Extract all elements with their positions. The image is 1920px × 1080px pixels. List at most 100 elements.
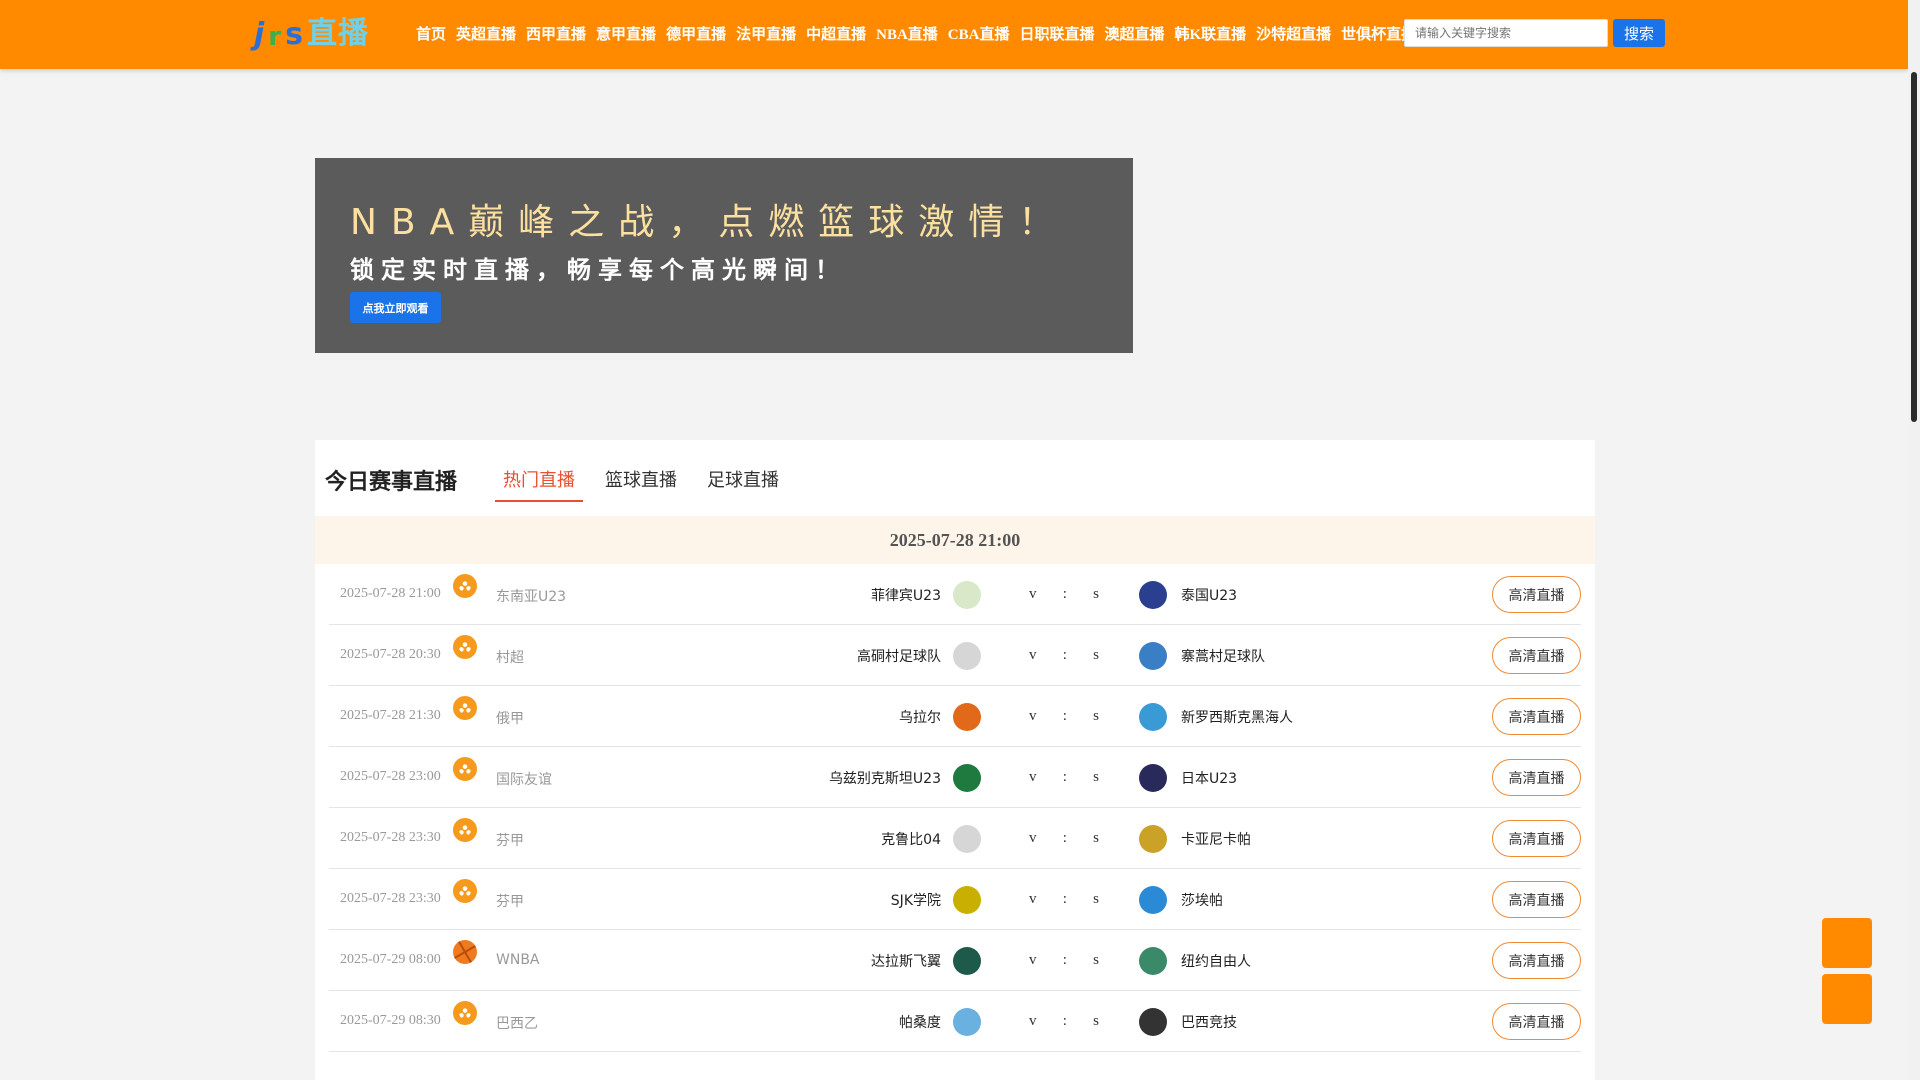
home-team[interactable]: 达拉斯飞翼 [871, 951, 941, 971]
match-panel: 今日赛事直播 热门直播 篮球直播 足球直播 2025-07-28 21:00 2… [315, 440, 1595, 1080]
vs-colon: : [1062, 769, 1067, 785]
nav-item-nba[interactable]: NBA直播 [876, 23, 938, 44]
home-team[interactable]: 高硐村足球队 [857, 646, 941, 666]
home-team[interactable]: 菲律宾U23 [871, 585, 941, 605]
vs-colon: : [1062, 830, 1067, 846]
nav-item-home[interactable]: 首页 [416, 23, 446, 44]
away-team[interactable]: 卡亚尼卡帕 [1181, 829, 1251, 849]
vs-v: v [1029, 952, 1037, 968]
search-input[interactable] [1404, 19, 1608, 47]
home-team[interactable]: 帕桑度 [899, 1012, 941, 1032]
football-icon [453, 635, 477, 659]
league-name: 村超 [496, 650, 524, 666]
vs-colon: : [1062, 1013, 1067, 1029]
tab-hot[interactable]: 热门直播 [495, 466, 583, 502]
tab-basketball[interactable]: 篮球直播 [597, 466, 685, 502]
vs-s: s [1093, 891, 1099, 907]
away-team-logo-icon [1139, 703, 1167, 731]
float-button-top[interactable] [1822, 918, 1872, 968]
away-team-logo-icon [1139, 581, 1167, 609]
vs-colon: : [1062, 586, 1067, 602]
league-name: WNBA [496, 952, 540, 968]
vs-marker: v: s [1029, 647, 1099, 664]
vs-colon: : [1062, 708, 1067, 724]
match-row: 2025-07-28 23:00 国际友谊 乌兹别克斯坦U23 v: s 日本U23 高清直… [329, 747, 1581, 808]
vs-marker: v: s [1029, 1013, 1099, 1030]
away-team[interactable]: 寨蒿村足球队 [1181, 646, 1265, 666]
hd-live-button[interactable]: 高清直播 [1492, 759, 1581, 796]
date-header: 2025-07-28 21:00 [315, 516, 1595, 564]
nav-item-cba[interactable]: CBA直播 [948, 23, 1010, 44]
football-icon [453, 879, 477, 903]
hd-live-button[interactable]: 高清直播 [1492, 1003, 1581, 1040]
league-name: 巴西乙 [496, 1016, 538, 1032]
tab-bar: 热门直播 篮球直播 足球直播 [495, 466, 801, 502]
away-team-logo-icon [1139, 1008, 1167, 1036]
scrollbar-thumb[interactable] [1911, 72, 1917, 422]
football-icon [453, 1001, 477, 1025]
football-icon [453, 818, 477, 842]
banner-title: NBA巅峰之战，点燃篮球激情！ [350, 202, 1069, 243]
nav-item-ligue1[interactable]: 法甲直播 [736, 23, 796, 44]
basketball-icon [453, 940, 477, 964]
site-logo[interactable]: j r s 直播 [254, 16, 369, 52]
home-team-logo-icon [953, 825, 981, 853]
promo-banner[interactable]: NBA巅峰之战，点燃篮球激情！ 锁定实时直播，畅享每个高光瞬间！ 点我立即观看 [315, 158, 1133, 353]
nav-item-laliga[interactable]: 西甲直播 [526, 23, 586, 44]
away-team[interactable]: 巴西竞技 [1181, 1012, 1237, 1032]
nav-item-kleague[interactable]: 韩K联直播 [1174, 23, 1246, 44]
away-team[interactable]: 纽约自由人 [1181, 951, 1251, 971]
away-team[interactable]: 新罗西斯克黑海人 [1181, 707, 1293, 727]
hd-live-button[interactable]: 高清直播 [1492, 881, 1581, 918]
vs-marker: v: s [1029, 830, 1099, 847]
vs-v: v [1029, 1013, 1037, 1029]
vs-s: s [1093, 952, 1099, 968]
away-team[interactable]: 日本U23 [1181, 768, 1237, 788]
match-time: 2025-07-29 08:00 [340, 952, 441, 967]
away-team[interactable]: 泰国U23 [1181, 585, 1237, 605]
banner-subtitle: 锁定实时直播，畅享每个高光瞬间！ [350, 256, 846, 284]
match-time: 2025-07-29 08:30 [340, 1013, 441, 1028]
nav-item-seriea[interactable]: 意甲直播 [596, 23, 656, 44]
vs-s: s [1093, 830, 1099, 846]
search-button[interactable]: 搜索 [1613, 19, 1665, 47]
hd-live-button[interactable]: 高清直播 [1492, 820, 1581, 857]
match-row: 2025-07-28 21:30 俄甲 乌拉尔 v: s 新罗西斯克黑海人 高清直播 [329, 686, 1581, 747]
watch-now-button[interactable]: 点我立即观看 [350, 292, 441, 323]
section-title: 今日赛事直播 [325, 470, 458, 495]
float-button-bottom[interactable] [1822, 974, 1872, 1024]
vs-s: s [1093, 708, 1099, 724]
league-name: 国际友谊 [496, 772, 552, 788]
home-team-logo-icon [953, 642, 981, 670]
nav-item-jleague[interactable]: 日职联直播 [1019, 23, 1094, 44]
match-time: 2025-07-28 23:00 [340, 769, 441, 784]
tab-football[interactable]: 足球直播 [699, 466, 787, 502]
nav-item-saudi[interactable]: 沙特超直播 [1256, 23, 1331, 44]
home-team-logo-icon [953, 703, 981, 731]
hd-live-button[interactable]: 高清直播 [1492, 942, 1581, 979]
hd-live-button[interactable]: 高清直播 [1492, 576, 1581, 613]
home-team[interactable]: 克鲁比04 [881, 829, 941, 849]
football-icon [453, 696, 477, 720]
home-team[interactable]: 乌拉尔 [899, 707, 941, 727]
hd-live-button[interactable]: 高清直播 [1492, 637, 1581, 674]
league-name: 俄甲 [496, 711, 524, 727]
nav-item-bundesliga[interactable]: 德甲直播 [666, 23, 726, 44]
logo-letter-r: r [268, 22, 282, 52]
away-team-logo-icon [1139, 642, 1167, 670]
vs-v: v [1029, 891, 1037, 907]
nav-item-aleague[interactable]: 澳超直播 [1104, 23, 1164, 44]
home-team[interactable]: 乌兹别克斯坦U23 [829, 768, 941, 788]
top-header: j r s 直播 首页 英超直播 西甲直播 意甲直播 德甲直播 法甲直播 中超直… [0, 0, 1908, 69]
away-team-logo-icon [1139, 764, 1167, 792]
vs-s: s [1093, 769, 1099, 785]
home-team[interactable]: SJK学院 [891, 890, 941, 910]
hd-live-button[interactable]: 高清直播 [1492, 698, 1581, 735]
vs-marker: v: s [1029, 769, 1099, 786]
league-name: 东南亚U23 [496, 589, 567, 605]
away-team[interactable]: 莎埃帕 [1181, 890, 1223, 910]
vs-v: v [1029, 647, 1037, 663]
nav-item-csl[interactable]: 中超直播 [806, 23, 866, 44]
nav-item-epl[interactable]: 英超直播 [456, 23, 516, 44]
logo-letter-j: j [254, 17, 265, 52]
